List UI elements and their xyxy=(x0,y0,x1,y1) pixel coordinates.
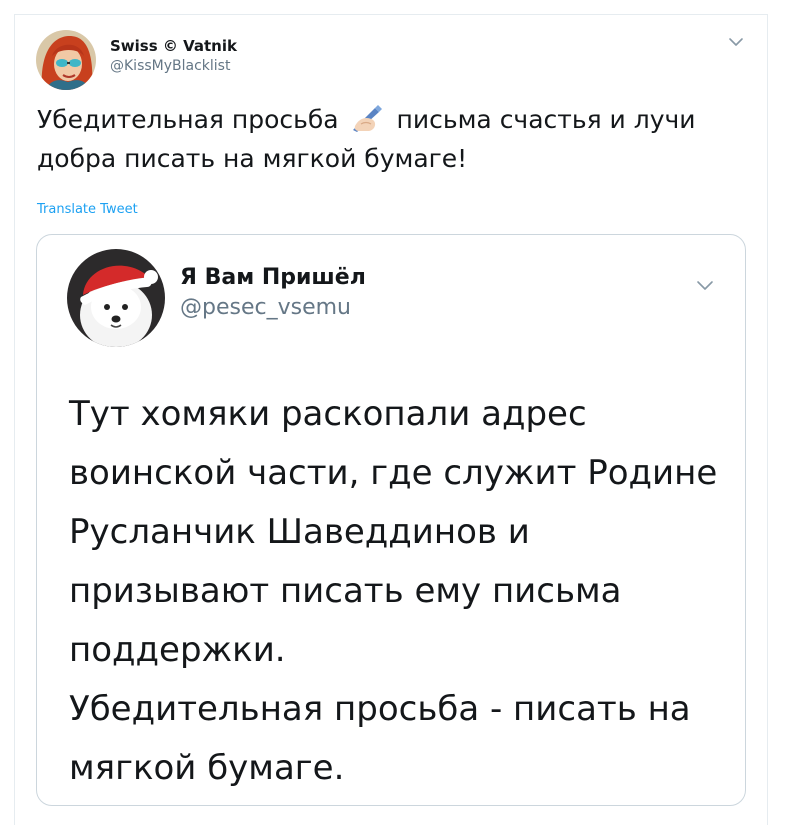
quoted-tweet-paragraph: Тут хомяки раскопали адрес воинской част… xyxy=(69,394,718,670)
tweet-text-before-emoji: Убедительная просьба xyxy=(37,105,347,134)
white-dog-santa-hat-avatar-icon xyxy=(67,249,165,347)
author-display-name[interactable]: Swiss © Vatnik xyxy=(110,36,237,56)
tweet-text: Убедительная просьба письма счастья и лу… xyxy=(37,100,727,178)
author-header: Swiss © Vatnik @KissMyBlacklist xyxy=(110,36,237,76)
quoted-author-handle[interactable]: @pesec_vsemu xyxy=(180,293,366,323)
quoted-tweet-paragraph: Убедительная просьба - писать на мягкой … xyxy=(69,689,691,788)
quoted-author-display-name[interactable]: Я Вам Пришёл xyxy=(180,263,366,293)
writing-hand-emoji-icon xyxy=(351,104,385,132)
quoted-tweet-card[interactable]: Я Вам Пришёл @pesec_vsemu Тут хомяки рас… xyxy=(36,234,746,806)
tweet-menu-chevron-down-icon[interactable] xyxy=(726,32,746,52)
translate-tweet-link[interactable]: Translate Tweet xyxy=(37,202,138,217)
quoted-author-header: Я Вам Пришёл @pesec_vsemu xyxy=(180,263,366,323)
author-handle[interactable]: @KissMyBlacklist xyxy=(110,56,237,76)
quoted-tweet-text: Тут хомяки раскопали адрес воинской част… xyxy=(69,385,729,798)
quoted-tweet-menu-chevron-down-icon[interactable] xyxy=(695,275,715,295)
author-avatar[interactable] xyxy=(36,30,96,90)
red-haired-woman-avatar-icon xyxy=(36,30,96,90)
quoted-author-avatar[interactable] xyxy=(67,249,165,347)
